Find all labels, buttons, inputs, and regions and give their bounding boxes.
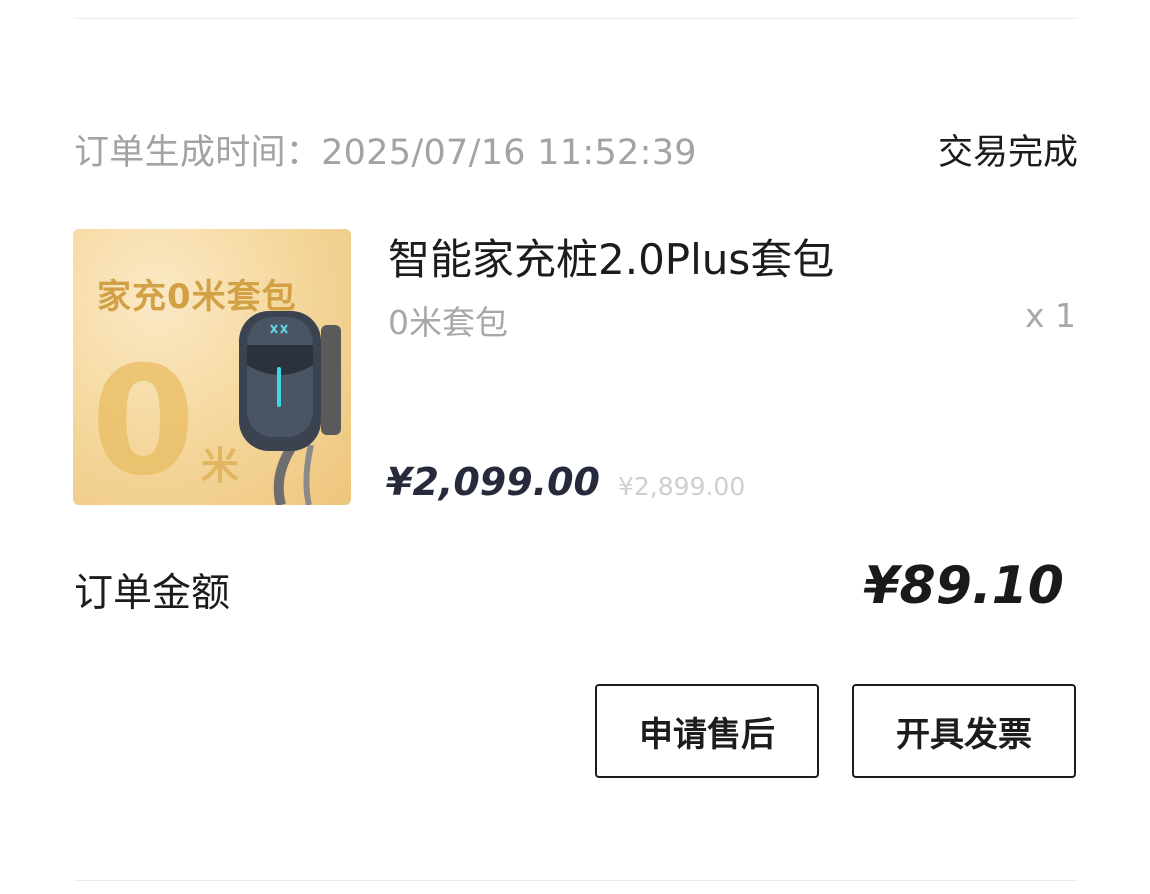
product-price-current: ¥2,099.00 (386, 460, 600, 504)
issue-invoice-button[interactable]: 开具发票 (852, 684, 1076, 778)
top-divider (74, 18, 1078, 19)
apply-after-sale-button[interactable]: 申请售后 (595, 684, 819, 778)
product-price-original: ¥2,899.00 (618, 472, 746, 501)
bottom-divider (74, 880, 1078, 881)
order-status: 交易完成 (937, 133, 1078, 173)
product-quantity: x 1 (1024, 296, 1076, 335)
order-total-value: ¥89.10 (863, 556, 1064, 616)
product-name[interactable]: 智能家充桩2.0Plus套包 (388, 226, 834, 287)
product-variant: 0米套包 (388, 303, 508, 342)
product-thumbnail[interactable]: 家充0米套包 0 米 (73, 229, 351, 505)
thumbnail-big-number: 0 (91, 335, 196, 505)
charger-device-icon (239, 311, 341, 505)
order-created-time: 订单生成时间：2025/07/16 11:52:39 (74, 133, 697, 173)
order-total-label: 订单金额 (74, 571, 231, 616)
